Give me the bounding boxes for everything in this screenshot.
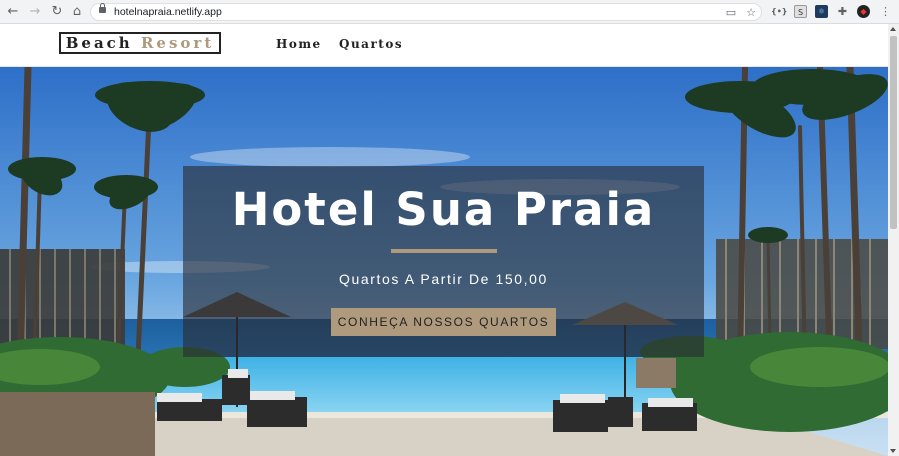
home-icon[interactable]: ⌂ (69, 4, 85, 20)
scrollbar-thumb[interactable] (890, 36, 897, 229)
scroll-up-arrow-icon[interactable] (890, 27, 896, 31)
hero-subtitle: Quartos A Partir De 150,00 (339, 271, 548, 287)
extension-code-icon[interactable]: {•} (771, 5, 788, 18)
lock-icon (99, 3, 106, 13)
logo-word-resort: Resort (140, 34, 215, 52)
nav-link-home[interactable]: Home (276, 37, 322, 51)
page-scrollbar[interactable] (888, 24, 899, 456)
hero-banner: Hotel Sua Praia Quartos A Partir De 150,… (183, 166, 704, 357)
site-logo[interactable]: Beach Resort (59, 32, 221, 54)
hero-title: Hotel Sua Praia (231, 183, 656, 236)
rooms-cta-button[interactable]: CONHEÇA NOSSOS QUARTOS (331, 308, 556, 336)
url-text: hotelnapraia.netlify.app (114, 6, 222, 18)
site-navbar: Beach Resort Home Quartos (0, 24, 888, 67)
scroll-down-arrow-icon[interactable] (890, 449, 896, 453)
title-divider (391, 249, 497, 253)
logo-word-beach: Beach (65, 34, 133, 52)
back-icon[interactable]: ← (5, 4, 21, 20)
browser-toolbar: ← → ↻ ⌂ hotelnapraia.netlify.app ▭ ☆ {•}… (0, 0, 899, 24)
nav-link-quartos[interactable]: Quartos (339, 37, 403, 51)
hero-section: Hotel Sua Praia Quartos A Partir De 150,… (0, 67, 888, 456)
browser-menu-icon[interactable]: ⋮ (880, 5, 891, 18)
cast-icon[interactable]: ▭ (724, 6, 738, 19)
extension-s-icon[interactable]: S (794, 5, 807, 18)
address-bar[interactable]: hotelnapraia.netlify.app ▭ ☆ (90, 3, 762, 21)
reload-icon[interactable]: ↻ (49, 4, 65, 20)
extension-react-icon[interactable]: ⚛ (815, 5, 828, 18)
extensions-puzzle-icon[interactable]: ✚ (836, 5, 849, 18)
forward-icon[interactable]: → (27, 4, 43, 20)
profile-avatar-icon[interactable]: ◆ (857, 5, 870, 18)
bookmark-star-icon[interactable]: ☆ (744, 6, 758, 19)
